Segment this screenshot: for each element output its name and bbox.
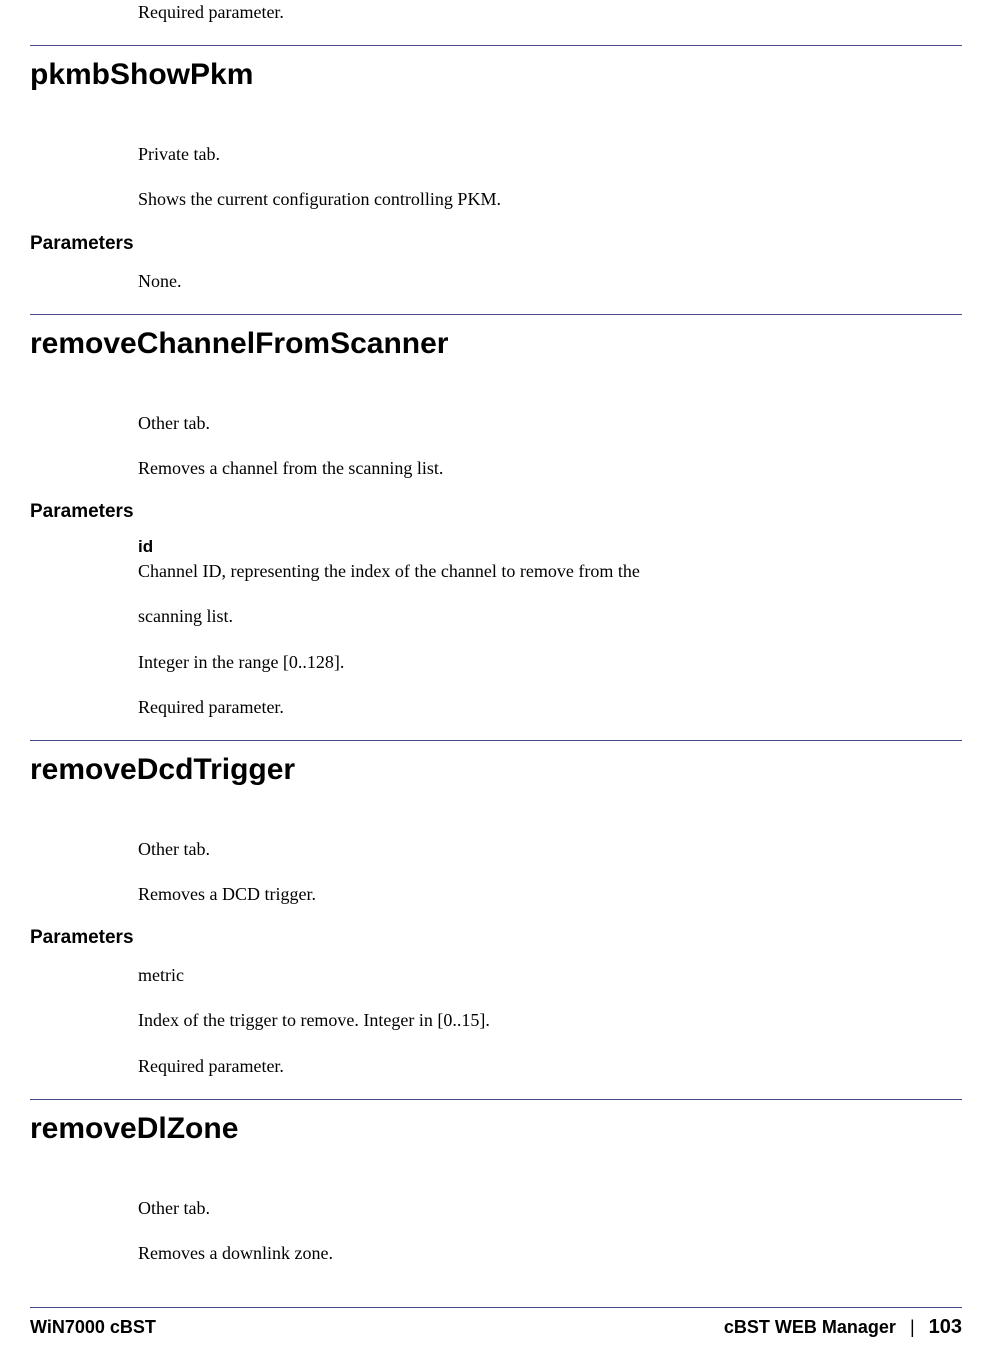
param-metric-required: Required parameter. [138,1054,962,1079]
removechannel-params-label: Parameters [30,501,962,523]
footer-section-title: cBST WEB Manager [724,1317,896,1338]
removechannel-tab: Other tab. [138,411,962,436]
param-id-required: Required parameter. [138,695,962,720]
param-metric-desc: Index of the trigger to remove. Integer … [138,1008,962,1033]
pkmbshowpkm-tab: Private tab. [138,142,962,167]
param-id-desc2: scanning list. [138,604,962,629]
param-id-desc1: Channel ID, representing the index of th… [138,559,962,584]
page-footer: WiN7000 cBST cBST WEB Manager | 103 [30,1307,962,1339]
heading-removechannelfromscanner: removeChannelFromScanner [30,314,962,369]
heading-removedcdtrigger: removeDcdTrigger [30,740,962,795]
footer-right: cBST WEB Manager | 103 [724,1316,962,1339]
page-content: Required parameter. pkmbShowPkm Private … [30,0,962,1266]
param-id-range: Integer in the range [0..128]. [138,650,962,675]
pkmbshowpkm-desc: Shows the current configuration controll… [138,187,962,212]
removedcd-params-label: Parameters [30,927,962,949]
removedcd-tab: Other tab. [138,837,962,862]
removechannel-desc: Removes a channel from the scanning list… [138,456,962,481]
pkmbshowpkm-params-none: None. [138,269,962,294]
param-id-name: id [138,537,962,557]
param-metric: metric [138,963,962,988]
heading-removedlzone: removeDlZone [30,1099,962,1154]
removedlzone-tab: Other tab. [138,1196,962,1221]
footer-left: WiN7000 cBST [30,1317,156,1338]
pkmbshowpkm-params-label: Parameters [30,233,962,255]
footer-page-number: 103 [929,1316,962,1339]
footer-separator: | [910,1317,915,1338]
heading-pkmbshowpkm: pkmbShowPkm [30,45,962,100]
intro-required: Required parameter. [138,0,962,25]
removedcd-desc: Removes a DCD trigger. [138,882,962,907]
removedlzone-desc: Removes a downlink zone. [138,1241,962,1266]
